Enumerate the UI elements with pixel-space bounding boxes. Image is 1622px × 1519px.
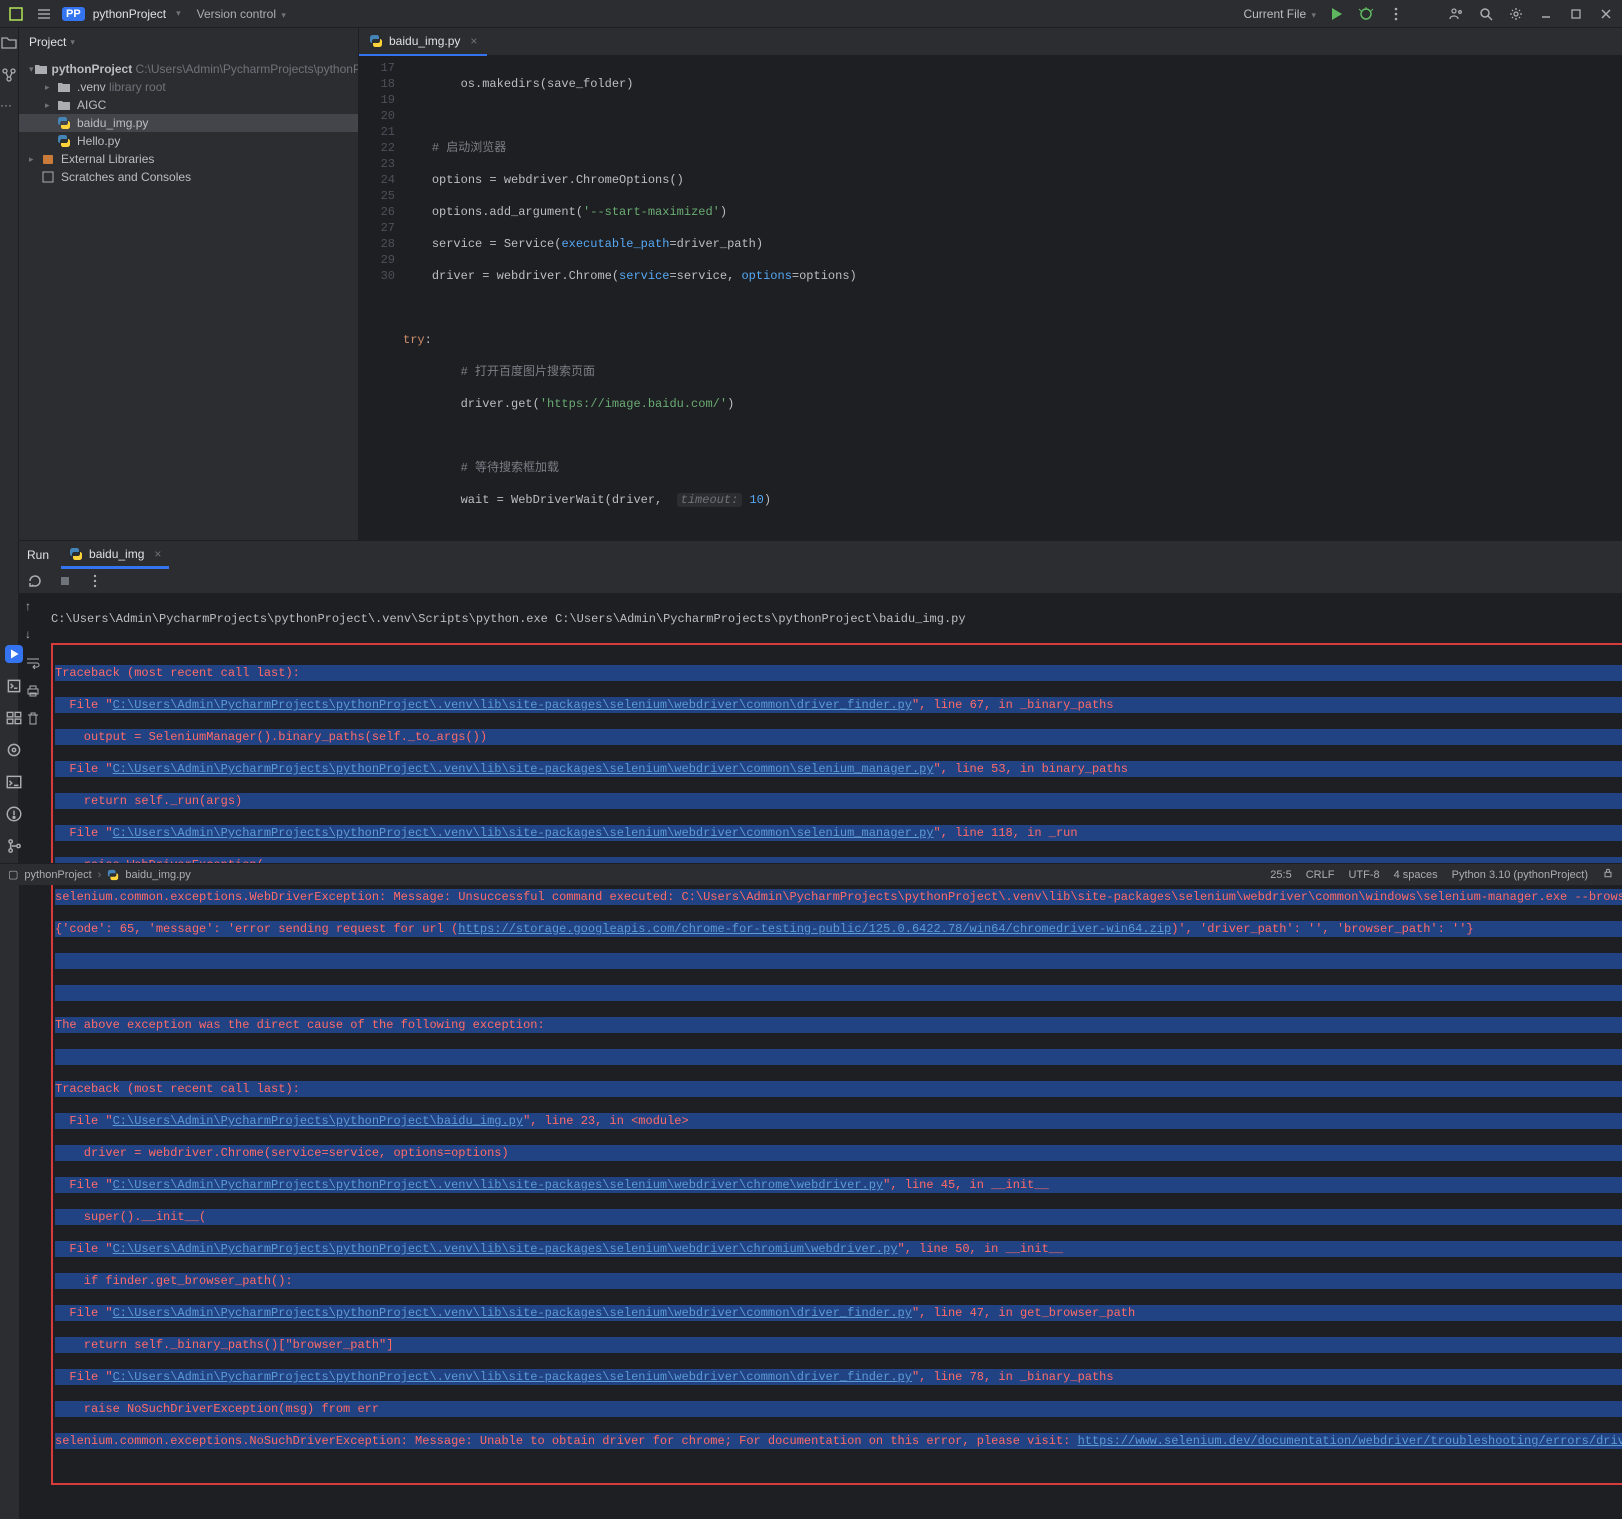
code-with-me-icon[interactable]: [1446, 4, 1466, 24]
project-tool-icon[interactable]: [0, 34, 18, 52]
stop-icon[interactable]: [55, 571, 75, 591]
run-tab-file[interactable]: baidu_img ×: [61, 541, 169, 569]
run-tool-icon[interactable]: [5, 645, 23, 663]
version-control-menu[interactable]: Version control ▾: [197, 7, 286, 21]
tree-aigc-label: AIGC: [77, 98, 106, 112]
project-panel: Project▾ ▾ pythonProject C:\Users\Admin\…: [19, 28, 359, 540]
nav-chevron-icon: ▢: [8, 868, 18, 881]
tree-venv-label: .venv: [77, 80, 106, 94]
more-actions-icon[interactable]: [1386, 4, 1406, 24]
tree-aigc[interactable]: ▸ AIGC: [19, 96, 358, 114]
more-tools-icon[interactable]: ···: [0, 98, 18, 116]
status-caret-pos[interactable]: 25:5: [1270, 869, 1291, 881]
console-output[interactable]: C:\Users\Admin\PycharmProjects\pythonPro…: [47, 593, 1622, 1519]
run-tab-file-label: baidu_img: [89, 547, 144, 561]
console-cmd-line: C:\Users\Admin\PycharmProjects\pythonPro…: [51, 611, 1622, 627]
crumb-file: baidu_img.py: [125, 869, 190, 881]
run-panel-title: Run: [27, 548, 49, 562]
tree-root[interactable]: ▾ pythonProject C:\Users\Admin\PycharmPr…: [19, 60, 358, 78]
line-gutter: 1718192021222324252627282930: [359, 56, 403, 540]
breadcrumb[interactable]: ▢ pythonProject › baidu_img.py: [8, 868, 191, 881]
tree-venv-hint: library root: [109, 80, 166, 94]
structure-tool-icon[interactable]: [0, 66, 18, 84]
python-console-icon[interactable]: [5, 677, 23, 695]
tree-file-baidu[interactable]: baidu_img.py: [19, 114, 358, 132]
chevron-down-icon: ▾: [176, 8, 181, 19]
debug-button[interactable]: [1356, 4, 1376, 24]
close-icon[interactable]: [1596, 4, 1616, 24]
status-indent[interactable]: 4 spaces: [1394, 869, 1438, 881]
status-eol[interactable]: CRLF: [1306, 869, 1335, 881]
services-icon[interactable]: [5, 709, 23, 727]
status-interpreter[interactable]: Python 3.10 (pythonProject): [1452, 869, 1588, 881]
code-view[interactable]: os.makedirs(save_folder) # 启动浏览器 options…: [403, 56, 1622, 540]
close-run-tab-icon[interactable]: ×: [154, 547, 161, 561]
scroll-up-icon[interactable]: ↑: [25, 599, 41, 615]
scroll-down-icon[interactable]: ↓: [25, 627, 41, 643]
tree-root-path: C:\Users\Admin\PycharmProjects\pythonPro…: [136, 62, 358, 76]
bottom-left-rail: [0, 645, 28, 863]
close-tab-icon[interactable]: ×: [470, 34, 477, 48]
tree-venv[interactable]: ▸ .venv library root: [19, 78, 358, 96]
app-icon: [6, 4, 26, 24]
tree-ext-libs-label: External Libraries: [61, 152, 154, 166]
settings-icon[interactable]: [1506, 4, 1526, 24]
crumb-project: pythonProject: [24, 869, 91, 881]
run-config-selector[interactable]: Current File ▾: [1243, 7, 1316, 21]
run-toolbar-top: [19, 569, 1622, 593]
tree-ext-libs[interactable]: ▸ External Libraries: [19, 150, 358, 168]
tree-file-hello-label: Hello.py: [77, 134, 120, 148]
minimize-icon[interactable]: [1536, 4, 1556, 24]
project-panel-header[interactable]: Project▾: [19, 28, 358, 56]
editor-area: baidu_img.py × ▲ 2 ˄ ˅: [359, 28, 1622, 540]
tree-file-baidu-label: baidu_img.py: [77, 116, 148, 130]
terminal-icon[interactable]: [5, 773, 23, 791]
tree-scratches[interactable]: Scratches and Consoles: [19, 168, 358, 186]
statusbar: ▢ pythonProject › baidu_img.py 25:5 CRLF…: [0, 863, 1622, 885]
toolbar-more-icon[interactable]: [85, 571, 105, 591]
search-icon[interactable]: [1476, 4, 1496, 24]
main-menu-icon[interactable]: [34, 4, 54, 24]
tree-file-hello[interactable]: Hello.py: [19, 132, 358, 150]
problems-icon[interactable]: [5, 805, 23, 823]
rerun-icon[interactable]: [25, 571, 45, 591]
traceback-selection: Traceback (most recent call last): File …: [51, 643, 1622, 1485]
status-lock-icon[interactable]: [1602, 867, 1614, 882]
project-name[interactable]: pythonProject: [93, 7, 166, 21]
editor-tab-label: baidu_img.py: [389, 34, 460, 48]
tree-root-label: pythonProject: [52, 62, 133, 76]
status-encoding[interactable]: UTF-8: [1348, 869, 1379, 881]
run-panel: Run baidu_img × — ↑ ↓: [19, 540, 1622, 1519]
maximize-icon[interactable]: [1566, 4, 1586, 24]
project-tree[interactable]: ▾ pythonProject C:\Users\Admin\PycharmPr…: [19, 56, 358, 540]
python-packages-icon[interactable]: [5, 741, 23, 759]
tree-scratches-label: Scratches and Consoles: [61, 170, 191, 184]
editor-tabs: baidu_img.py ×: [359, 28, 1622, 56]
project-badge: PP: [62, 7, 85, 21]
editor-tab-baidu[interactable]: baidu_img.py ×: [359, 28, 487, 56]
vcs-icon[interactable]: [5, 837, 23, 855]
titlebar: PP pythonProject ▾ Version control ▾ Curr…: [0, 0, 1622, 28]
run-button[interactable]: [1326, 4, 1346, 24]
